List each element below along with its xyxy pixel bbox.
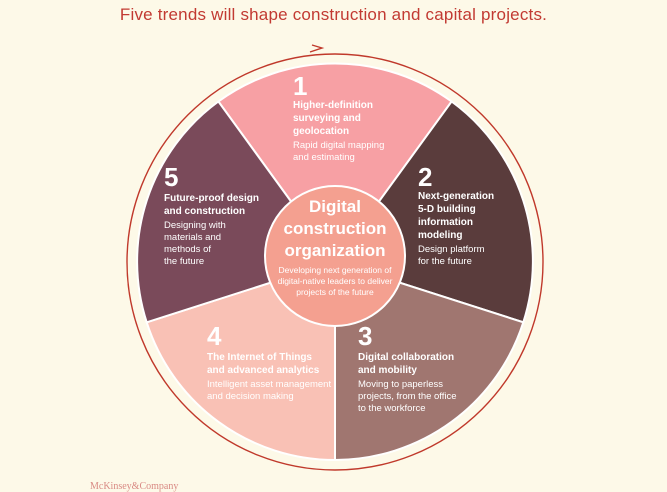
segment-sub-line: Designing with bbox=[164, 220, 226, 231]
segment-heading-line: Digital collaboration bbox=[358, 352, 454, 363]
center-sub-line: Developing next generation of bbox=[279, 265, 393, 275]
center-sub-line: digital-native leaders to deliver bbox=[278, 276, 393, 286]
trend-wheel-diagram: Digital construction organization Develo… bbox=[126, 44, 544, 471]
center-title-line: construction bbox=[284, 219, 387, 238]
segment-number: 3 bbox=[358, 321, 372, 351]
segment-number: 4 bbox=[207, 321, 222, 351]
segment-heading-line: and advanced analytics bbox=[207, 365, 320, 376]
segment-sub-line: the future bbox=[164, 256, 204, 267]
segment-sub-line: materials and bbox=[164, 232, 221, 243]
segment-sub-line: projects, from the office bbox=[358, 391, 457, 402]
segment-heading-line: Future-proof design bbox=[164, 193, 259, 204]
segment-heading-line: and mobility bbox=[358, 365, 417, 376]
segment-number: 5 bbox=[164, 162, 178, 192]
ring-arrow-icon bbox=[309, 44, 325, 53]
segment-sub-line: Moving to paperless bbox=[358, 379, 443, 390]
segment-number: 1 bbox=[293, 71, 307, 101]
segment-number: 2 bbox=[418, 162, 432, 192]
mckinsey-logo: McKinsey&Company bbox=[90, 481, 179, 492]
segment-sub-line: to the workforce bbox=[358, 403, 426, 414]
segment-sub-line: and decision making bbox=[207, 391, 294, 402]
center-title-line: Digital bbox=[309, 197, 361, 216]
segment-sub-line: Intelligent asset management bbox=[207, 379, 331, 390]
segment-heading-line: geolocation bbox=[293, 126, 349, 137]
segment-heading-line: Higher-definition bbox=[293, 100, 373, 111]
segment-sub-line: methods of bbox=[164, 244, 211, 255]
segment-heading-line: surveying and bbox=[293, 113, 361, 124]
segment-sub-line: for the future bbox=[418, 256, 472, 267]
segment-heading-line: information bbox=[418, 217, 473, 228]
center-sub-line: projects of the future bbox=[296, 287, 374, 297]
segment-sub-line: Rapid digital mapping bbox=[293, 140, 384, 151]
center-title-line: organization bbox=[284, 241, 385, 260]
segment-sub-line: and estimating bbox=[293, 152, 355, 163]
segment-heading-line: 5-D building bbox=[418, 204, 476, 215]
segment-heading-line: The Internet of Things bbox=[207, 352, 312, 363]
segment-heading-line: Next-generation bbox=[418, 191, 494, 202]
segment-heading-line: modeling bbox=[418, 230, 462, 241]
segment-sub-line: Design platform bbox=[418, 244, 485, 255]
segment-heading-line: and construction bbox=[164, 206, 245, 217]
